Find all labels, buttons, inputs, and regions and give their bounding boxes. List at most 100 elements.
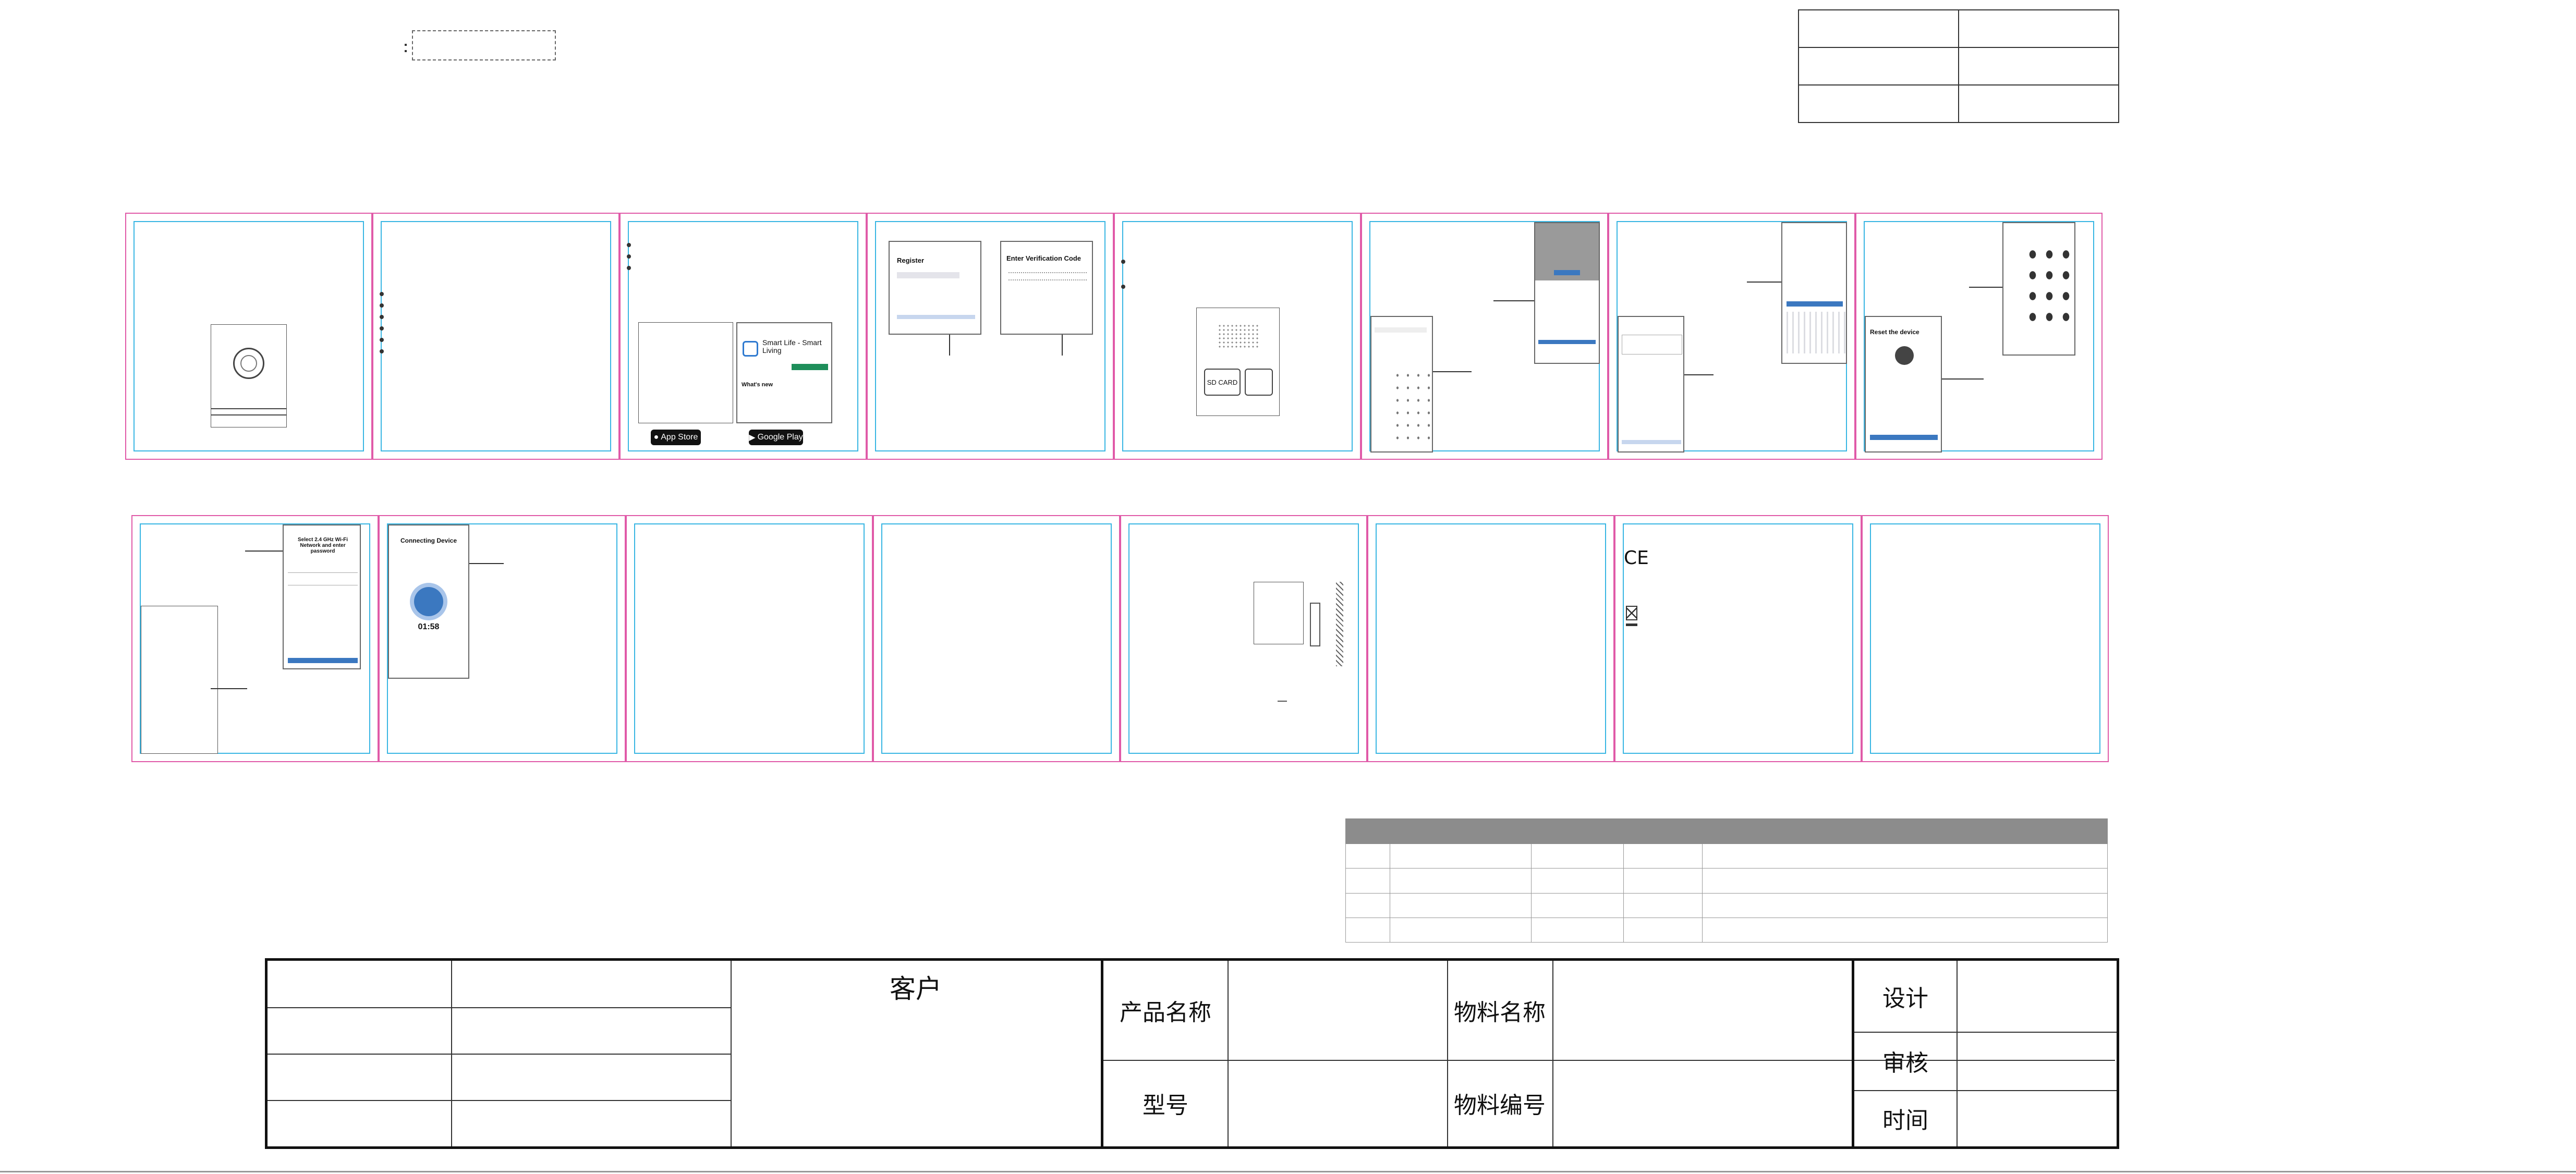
panel-13-inner — [1128, 523, 1359, 754]
divider — [1957, 961, 1958, 1146]
panel-3: Smart Life - Smart Living What's new ● A… — [619, 213, 867, 460]
wifi-password-input[interactable] — [288, 580, 358, 585]
panel-15: CE — [1614, 515, 1862, 762]
wall-hatching — [1336, 582, 1343, 666]
leader-line — [1684, 374, 1714, 375]
panel-1 — [125, 213, 372, 460]
register-input[interactable] — [897, 272, 959, 278]
apple-icon: ● — [653, 433, 659, 442]
panel-15-inner: CE — [1623, 523, 1853, 754]
panel-8-inner: Reset the device — [1864, 221, 2094, 453]
panel-5-inner: SD CARD — [1121, 221, 1353, 451]
weee-bin-icon — [1626, 606, 1637, 620]
grid-line — [268, 1100, 731, 1101]
register-button[interactable] — [897, 315, 975, 319]
colon-mark — [405, 50, 407, 52]
grid-line — [268, 1054, 731, 1055]
next-step-button[interactable] — [1870, 435, 1938, 440]
sd-card-slot: SD CARD — [1204, 369, 1241, 396]
ce-mark: CE — [1624, 547, 1649, 569]
colon-mark — [405, 44, 407, 46]
verification-title: Enter Verification Code — [1006, 254, 1082, 262]
leader-line — [1493, 300, 1534, 301]
material-no-label: 物料编号 — [1454, 1092, 1546, 1119]
app-logo-icon — [743, 341, 758, 357]
panel-12-inner — [881, 523, 1112, 754]
add-button[interactable] — [1554, 270, 1580, 275]
leader-line — [245, 551, 283, 552]
design-label: 设计 — [1882, 985, 1928, 1012]
wall-mount-illustration — [1254, 582, 1304, 644]
register-screen: Register — [889, 241, 981, 335]
device-list-screen — [2002, 222, 2075, 356]
leader-line — [469, 563, 504, 564]
speaker-grille — [1218, 324, 1259, 348]
panel-7-inner — [1617, 221, 1847, 453]
dashed-placeholder — [412, 30, 556, 60]
panel-2-inner — [380, 221, 611, 451]
code-boxes[interactable] — [1008, 272, 1087, 280]
play-icon: ▶ — [749, 433, 756, 442]
camera-back-illustration: SD CARD — [1196, 308, 1280, 416]
panel-row-2: Select 2.4 GHz Wi-Fi Network and enter p… — [131, 515, 2109, 762]
panel-2 — [372, 213, 619, 460]
wifi-title: Select 2.4 GHz Wi-Fi Network and enter p… — [297, 537, 348, 554]
app-store-badge[interactable]: ● App Store — [651, 430, 701, 445]
camera-illustration — [211, 324, 287, 427]
panel-9-inner: Select 2.4 GHz Wi-Fi Network and enter p… — [140, 523, 370, 754]
whats-new-label: What's new — [742, 382, 773, 388]
google-play-badge[interactable]: ▶ Google Play — [749, 430, 803, 445]
leader-line — [1062, 335, 1063, 356]
wifi-confirm-button[interactable] — [288, 658, 358, 663]
divider — [1854, 1090, 2117, 1091]
wifi-next-button[interactable] — [1787, 301, 1843, 307]
app-store-label: App Store — [661, 433, 698, 442]
reset-device-screen: Reset the device — [1865, 316, 1942, 453]
panel-1-inner — [133, 221, 364, 451]
time-label: 时间 — [1882, 1107, 1928, 1134]
device-grid — [2024, 244, 2074, 333]
search-bar[interactable] — [1375, 327, 1427, 333]
usb-port-icon — [1245, 369, 1273, 396]
bullet-dot — [380, 338, 384, 342]
material-name-label: 物料名称 — [1454, 999, 1546, 1026]
panel-4: Register Enter Verification Code — [867, 213, 1114, 460]
revision-table — [1345, 818, 2108, 943]
confirm-button[interactable] — [1538, 340, 1596, 344]
keyboard[interactable] — [1782, 312, 1846, 353]
review-label: 审核 — [1882, 1050, 1928, 1077]
add-device-screen — [1534, 222, 1600, 364]
countdown-timer: 01:58 — [418, 622, 440, 631]
bullet-dot — [380, 326, 384, 331]
panel-9: Select 2.4 GHz Wi-Fi Network and enter p… — [131, 515, 379, 762]
divider — [1228, 961, 1229, 1146]
bullet-dot — [380, 349, 384, 353]
panel-6-inner — [1369, 221, 1600, 453]
divider — [1552, 961, 1553, 1146]
install-button[interactable] — [792, 364, 828, 370]
grid-line — [268, 1007, 731, 1008]
panel-16-inner — [1870, 523, 2100, 754]
panel-11-inner — [634, 523, 865, 754]
bullet-dot — [380, 303, 384, 308]
qr-placeholder — [638, 322, 733, 423]
bullet-dot — [627, 243, 631, 247]
google-play-label: Google Play — [757, 433, 803, 442]
leader-line — [949, 335, 950, 356]
verification-screen: Enter Verification Code — [1000, 241, 1093, 335]
connecting-title: Connecting Device — [400, 537, 457, 544]
panel-10: Connecting Device 01:58 — [379, 515, 626, 762]
panel-12 — [873, 515, 1120, 762]
pairing-button[interactable] — [1622, 440, 1681, 444]
divider — [1103, 1060, 2115, 1061]
device-category-screen — [1370, 316, 1433, 453]
connecting-screen: Connecting Device 01:58 — [388, 524, 469, 679]
bullet-dot — [1121, 285, 1125, 289]
wifi-name-input[interactable] — [288, 567, 358, 573]
model-label: 型号 — [1143, 1092, 1188, 1119]
panel-3-inner: Smart Life - Smart Living What's new ● A… — [627, 221, 858, 451]
panel-14 — [1367, 515, 1614, 762]
top-right-table — [1798, 9, 2119, 123]
bullet-dot — [1121, 260, 1125, 264]
pairing-screen — [1618, 316, 1684, 453]
